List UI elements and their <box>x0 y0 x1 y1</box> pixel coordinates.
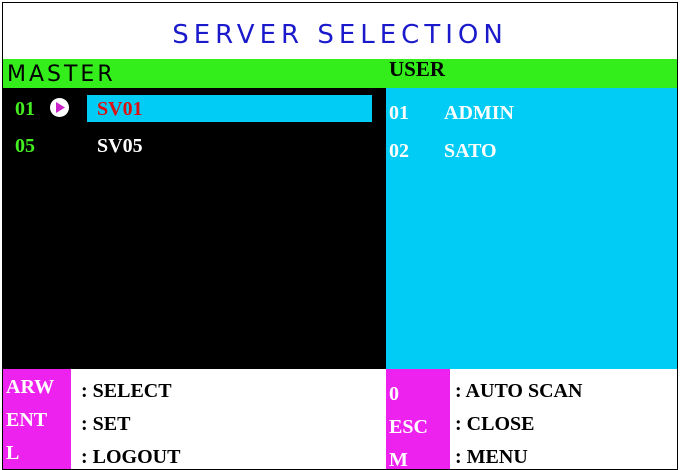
master-row-name[interactable]: SV05 <box>97 134 143 158</box>
key-description: : MENU <box>455 446 528 468</box>
master-row-number: 05 <box>15 135 35 157</box>
page-title: SERVER SELECTION <box>172 20 508 50</box>
master-row-name[interactable]: SV01 <box>97 97 143 121</box>
key-description: : SET <box>81 413 131 435</box>
master-row-number: 01 <box>15 98 35 120</box>
user-row-name[interactable]: SATO <box>444 139 497 163</box>
user-column-label: USER <box>389 57 446 81</box>
key-badge: 0 <box>389 383 399 405</box>
key-description: : LOGOUT <box>81 446 181 468</box>
server-selection-window: SERVER SELECTION MASTER USER 01 SV01 05 … <box>2 2 678 470</box>
key-badge: M <box>389 449 408 470</box>
key-description: : AUTO SCAN <box>455 380 583 402</box>
user-row-name[interactable]: ADMIN <box>444 101 514 125</box>
key-legend: ARW ENT L : SELECT : SET : LOGOUT 0 ESC … <box>3 369 677 469</box>
key-badge: ESC <box>389 416 428 438</box>
key-badge: ARW <box>6 376 55 398</box>
key-badge: L <box>6 442 20 464</box>
title-bar: SERVER SELECTION <box>3 3 677 59</box>
play-arrow-icon <box>50 98 69 117</box>
key-description: : CLOSE <box>455 413 535 435</box>
master-column-label: MASTER <box>7 62 116 87</box>
user-row-number: 01 <box>389 102 409 124</box>
user-list <box>386 88 677 369</box>
key-badge: ENT <box>6 409 48 431</box>
user-row-number: 02 <box>389 140 409 162</box>
master-list <box>3 88 386 369</box>
key-description: : SELECT <box>81 380 172 402</box>
